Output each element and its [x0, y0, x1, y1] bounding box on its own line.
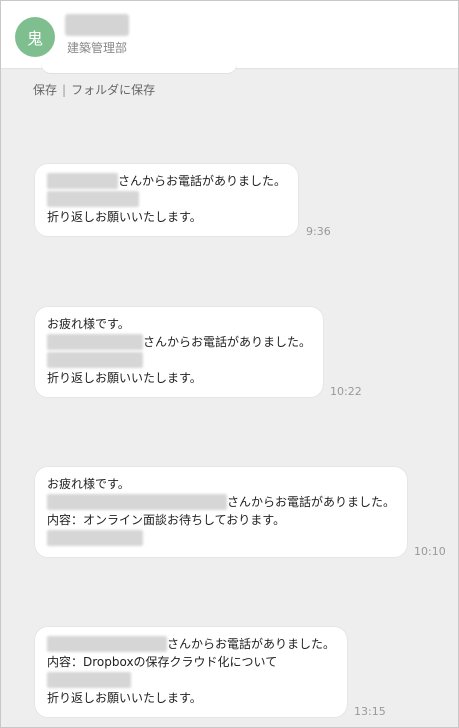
avatar[interactable]: 鬼: [15, 17, 55, 57]
redacted-text: [47, 530, 143, 546]
contact-name-redacted: [65, 14, 129, 36]
greeting-text: お疲れ様です。: [47, 477, 130, 491]
redacted-text: [47, 672, 131, 688]
content-text: 内容：オンライン面談お待ちしております。: [47, 513, 286, 527]
caller-name-redacted: [47, 494, 227, 510]
message-time: 13:15: [354, 705, 386, 718]
call-text: さんからお電話がありました。: [226, 495, 395, 509]
department-label: 建築管理部: [67, 41, 128, 55]
message-time: 10:10: [414, 545, 446, 558]
redacted-line: [47, 351, 311, 369]
chat-header: 鬼 建築管理部: [1, 1, 458, 69]
redacted-line: [47, 190, 286, 208]
message-bubble[interactable]: お疲れ様です。 さんからお電話がありました。 内容：オンライン面談お待ちしており…: [34, 466, 408, 558]
request-text: 折り返しお願いいたします。: [47, 371, 202, 385]
content-text: 内容：Dropboxの保存クラウド化について: [47, 655, 278, 669]
request-text: 折り返しお願いいたします。: [47, 691, 202, 705]
call-line: さんからお電話がありました。: [47, 493, 395, 511]
call-line: さんからお電話がありました。: [47, 172, 286, 190]
redacted-text: [47, 352, 143, 368]
redacted-line: [47, 671, 335, 689]
save-link[interactable]: 保存: [33, 83, 57, 97]
call-text: さんからお電話がありました。: [142, 335, 311, 349]
call-text: さんからお電話がありました。: [117, 174, 286, 188]
redacted-text: [47, 191, 139, 207]
chat-window: 鬼 建築管理部 保存 | フォルダに保存 さんからお電話がありました。 折り返しお願…: [0, 0, 459, 728]
request-text: 折り返しお願いいたします。: [47, 210, 202, 224]
call-text: さんからお電話がありました。: [166, 637, 335, 651]
message-bubble[interactable]: さんからお電話がありました。 折り返しお願いいたします。: [34, 163, 299, 237]
save-to-folder-link[interactable]: フォルダに保存: [71, 83, 155, 97]
caller-name-redacted: [47, 173, 118, 189]
call-line: さんからお電話がありました。: [47, 333, 311, 351]
message-bubble[interactable]: お疲れ様です。 さんからお電話がありました。 折り返しお願いいたします。: [34, 306, 324, 398]
call-line: さんからお電話がありました。: [47, 635, 335, 653]
caller-name-redacted: [47, 636, 167, 652]
previous-message-bubble: [41, 63, 237, 73]
greeting-text: お疲れ様です。: [47, 317, 130, 331]
message-bubble[interactable]: さんからお電話がありました。 内容：Dropboxの保存クラウド化について 折り…: [34, 626, 348, 718]
caller-name-redacted: [47, 334, 143, 350]
message-time: 10:22: [330, 385, 362, 398]
redacted-line: [47, 529, 395, 547]
message-time: 9:36: [306, 225, 331, 238]
separator: |: [62, 83, 67, 97]
file-actions: 保存 | フォルダに保存: [33, 81, 155, 98]
